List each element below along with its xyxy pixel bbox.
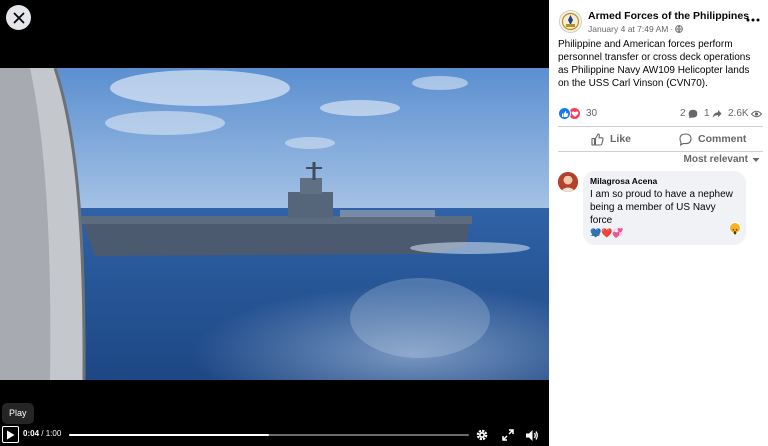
play-tooltip: Play — [2, 403, 34, 424]
comment-author[interactable]: Milagrosa Acena — [590, 176, 738, 187]
comments-count: 2 — [680, 108, 686, 119]
close-icon — [13, 12, 24, 23]
post-meta: January 4 at 7:49 AM · — [588, 24, 684, 34]
photo-viewer: Play 0:04 / 1:00 Armed Forces of the Phi… — [0, 0, 768, 446]
post-sidebar: Armed Forces of the Philippines January … — [549, 0, 768, 446]
post-date[interactable]: January 4 at 7:49 AM — [588, 24, 668, 34]
comment-icon — [679, 132, 692, 146]
reactions-summary: 30 2 1 2.6K — [558, 106, 763, 122]
more-options-button[interactable] — [746, 13, 760, 23]
like-reaction-icon — [558, 107, 571, 120]
video-frame[interactable] — [0, 68, 549, 380]
time-current: 0:04 — [23, 429, 40, 438]
comment-bubble-icon — [688, 109, 697, 119]
comment-emoji: 💙❤️💞 — [590, 228, 624, 238]
progress-fill — [69, 434, 269, 436]
reaction-icons[interactable] — [558, 107, 581, 120]
fullscreen-expand-icon — [502, 429, 514, 441]
afp-seal-logo — [560, 11, 581, 32]
page-avatar[interactable] — [559, 10, 582, 33]
settings-gear-icon — [476, 429, 488, 441]
wow-reaction-icon[interactable] — [729, 222, 741, 235]
caret-down-icon — [752, 157, 760, 162]
comment-text: I am so proud to have a nephew being a m… — [590, 189, 733, 226]
comment-sort-dropdown[interactable]: Most relevant — [684, 154, 760, 165]
fullscreen-button[interactable] — [500, 427, 516, 443]
close-button[interactable] — [6, 5, 31, 30]
comment-label: Comment — [698, 133, 747, 145]
time-duration: 1:00 — [45, 429, 62, 438]
progress-bar[interactable] — [69, 434, 469, 436]
settings-button[interactable] — [474, 427, 490, 443]
volume-icon — [526, 429, 538, 441]
comment-button[interactable]: Comment — [679, 129, 746, 149]
comments-stat[interactable]: 2 — [680, 108, 698, 119]
globe-icon — [675, 25, 684, 33]
video-controls: 0:04 / 1:00 — [0, 424, 549, 446]
meta-separator: · — [670, 24, 674, 34]
volume-button[interactable] — [524, 427, 540, 443]
views-stat: 2.6K — [728, 108, 762, 119]
time-separator: / — [41, 429, 44, 438]
eye-icon — [750, 110, 762, 117]
post-text: Philippine and American forces perform p… — [558, 39, 751, 89]
comment-time[interactable]: 1w — [590, 229, 600, 238]
views-count: 2.6K — [728, 108, 749, 119]
shares-stat[interactable]: 1 — [704, 108, 722, 119]
comment-bubble: Milagrosa Acena I am so proud to have a … — [583, 171, 746, 245]
like-button[interactable]: Like — [591, 129, 631, 149]
divider — [558, 126, 763, 127]
more-options-icon — [746, 18, 760, 22]
time-display: 0:04 / 1:00 — [23, 429, 61, 438]
play-button[interactable] — [2, 426, 19, 443]
aircraft-carrier-video-still — [0, 68, 549, 380]
commenter-photo — [558, 172, 578, 192]
play-icon — [7, 430, 15, 439]
post-header: Armed Forces of the Philippines January … — [559, 9, 764, 37]
commenter-avatar[interactable] — [558, 172, 578, 192]
page-name[interactable]: Armed Forces of the Philippines — [588, 10, 749, 22]
thumbs-up-icon — [591, 132, 604, 146]
like-label: Like — [610, 133, 632, 145]
video-player[interactable]: Play 0:04 / 1:00 — [0, 0, 549, 446]
shares-count: 1 — [704, 108, 710, 119]
reactions-count[interactable]: 30 — [586, 108, 597, 119]
share-arrow-icon — [712, 109, 722, 118]
sort-label: Most relevant — [683, 154, 748, 165]
divider — [558, 151, 763, 152]
